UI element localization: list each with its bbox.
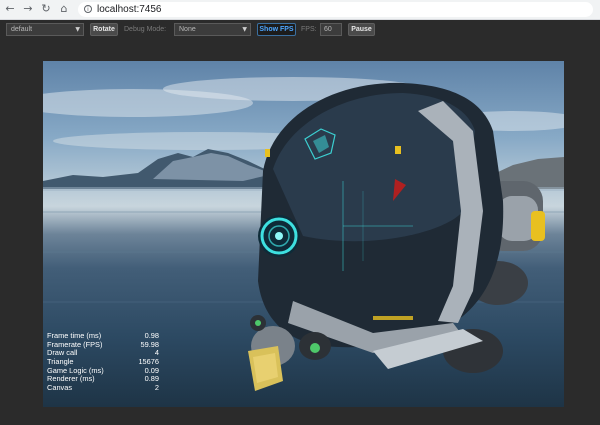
url-text[interactable]: localhost:7456 (97, 3, 162, 16)
fps-stats-panel: Frame time (ms) 0.98 Framerate (FPS) 59.… (47, 331, 159, 393)
scene-select-value: default (11, 26, 33, 33)
home-icon[interactable]: ⌂ (57, 2, 71, 16)
reload-icon[interactable]: ↻ (39, 2, 53, 16)
arrow-right-icon[interactable]: → (21, 2, 35, 16)
app-toolbar: default ▼ Rotate Debug Mode: None ▼ Show… (0, 20, 600, 41)
debug-mode-select-value: None (179, 26, 196, 33)
debug-mode-label: Debug Mode: (124, 26, 167, 33)
chevron-down-icon: ▼ (242, 26, 247, 33)
arrow-left-icon[interactable]: ← (3, 2, 17, 16)
chevron-down-icon: ▼ (75, 26, 80, 33)
address-bar[interactable]: i localhost:7456 (78, 2, 593, 17)
stat-row: Canvas 2 (47, 383, 159, 393)
pause-button[interactable]: Pause (348, 23, 375, 36)
debug-mode-select[interactable]: None ▼ (174, 23, 251, 36)
browser-toolbar: ← → ↻ ⌂ i localhost:7456 (0, 0, 600, 20)
fps-label: FPS: (301, 26, 317, 33)
stat-label: Canvas (47, 383, 73, 393)
stat-value: 2 (154, 383, 159, 393)
fps-input[interactable]: 60 (320, 23, 342, 36)
rotate-button[interactable]: Rotate (90, 23, 118, 36)
game-canvas[interactable]: Frame time (ms) 0.98 Framerate (FPS) 59.… (43, 61, 564, 407)
show-fps-button[interactable]: Show FPS (257, 23, 296, 36)
info-icon[interactable]: i (84, 5, 92, 13)
scene-select[interactable]: default ▼ (6, 23, 84, 36)
